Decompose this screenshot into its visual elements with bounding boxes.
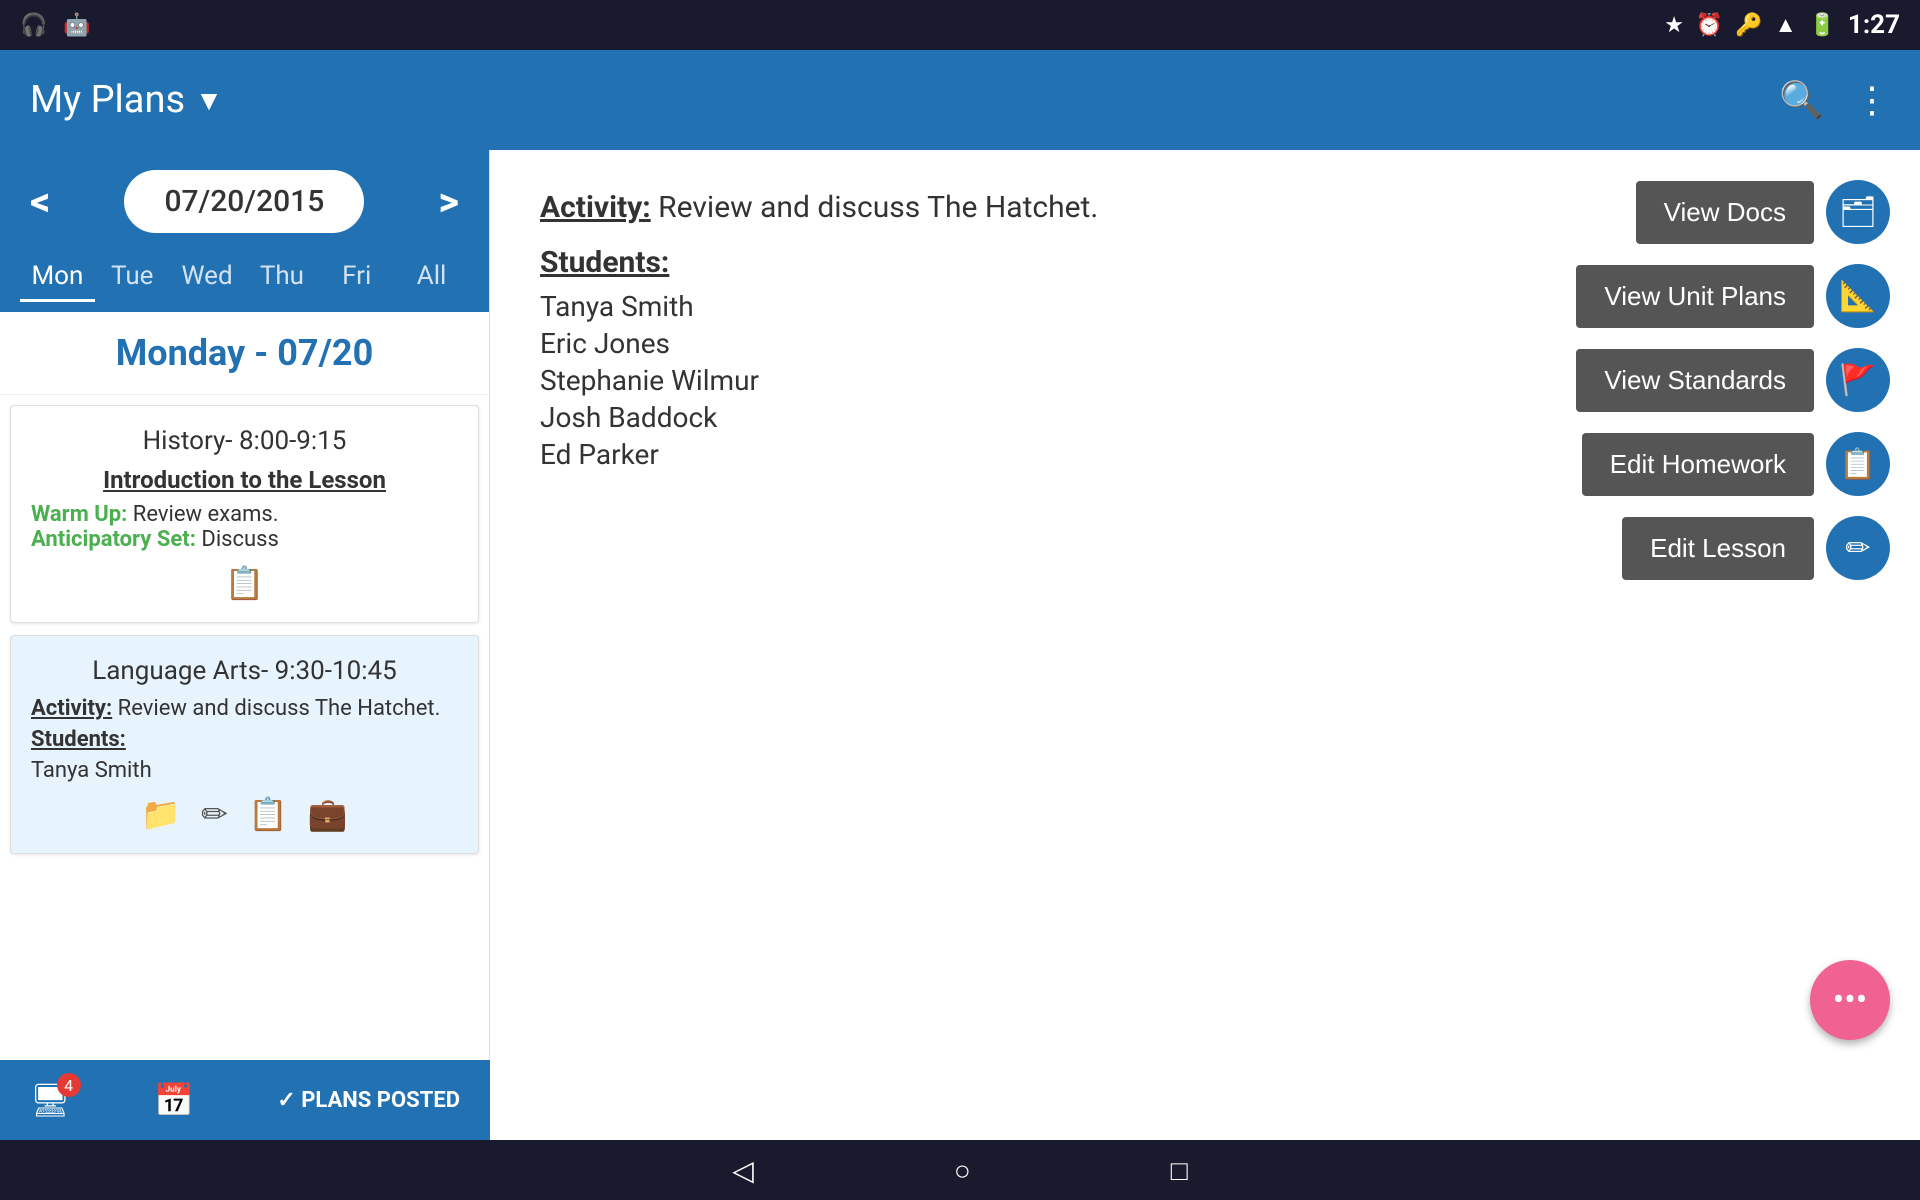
tab-wed[interactable]: Wed (170, 253, 245, 302)
ruler-circle-icon: 📐 (1839, 279, 1876, 314)
view-standards-circle[interactable]: 🚩 (1826, 348, 1890, 412)
tab-fri[interactable]: Fri (319, 253, 394, 302)
activity-text-2: Review and discuss The Hatchet. (118, 696, 441, 721)
system-nav-bar: ◁ ○ □ (0, 1140, 1920, 1200)
day-header: Monday - 07/20 (0, 312, 489, 395)
main-container: < 07/20/2015 > Mon Tue Wed Thu Fri All M… (0, 150, 1920, 1140)
lesson-1-icons: 📋 (31, 564, 458, 602)
plans-posted-status: ✓ PLANS POSTED (277, 1088, 460, 1113)
anticipatory-label: Anticipatory Set: (31, 527, 196, 552)
folder-circle-icon: 🗂 (1839, 195, 1877, 230)
prev-date-button[interactable]: < (30, 178, 50, 225)
current-date[interactable]: 07/20/2015 (124, 170, 364, 233)
edit-homework-row: Edit Homework 📋 (1576, 432, 1890, 496)
battery-icon: 🔋 (1809, 13, 1836, 38)
lesson-1-title: History- 8:00-9:15 (31, 426, 458, 456)
lesson-2-icons: 📁 ✏ 📋 💼 (31, 795, 458, 833)
view-docs-button[interactable]: View Docs (1636, 181, 1814, 244)
home-button[interactable]: ○ (954, 1154, 971, 1187)
bottom-bar: 🖥 4 📅 ✓ PLANS POSTED (0, 1060, 490, 1140)
view-unit-plans-row: View Unit Plans 📐 (1576, 264, 1890, 328)
activity-label-2: Activity: (31, 696, 112, 721)
app-bar: My Plans ▼ 🔍 ⋮ (0, 50, 1920, 150)
view-unit-plans-circle[interactable]: 📐 (1826, 264, 1890, 328)
edit-lesson-circle[interactable]: ✏ (1826, 516, 1890, 580)
view-docs-circle[interactable]: 🗂 (1826, 180, 1890, 244)
anticipatory-text: Discuss (201, 527, 279, 552)
view-unit-plans-button[interactable]: View Unit Plans (1576, 265, 1814, 328)
checkmark-icon: ✓ (277, 1088, 295, 1113)
next-date-button[interactable]: > (438, 178, 459, 225)
lesson-1-warmup: Warm Up: Review exams. (31, 502, 458, 527)
recents-button[interactable]: □ (1171, 1154, 1188, 1187)
wifi-icon: ▲ (1775, 12, 1797, 38)
notifications-button[interactable]: 🖥 4 (30, 1081, 71, 1119)
action-buttons: View Docs 🗂 View Unit Plans 📐 View Stand… (1576, 180, 1890, 580)
dropdown-arrow-icon[interactable]: ▼ (195, 84, 223, 117)
right-panel: Activity: Review and discuss The Hatchet… (490, 150, 1920, 1140)
tab-thu[interactable]: Thu (244, 253, 319, 302)
tab-mon[interactable]: Mon (20, 253, 95, 302)
lesson-2-students-header: Students: (31, 727, 458, 752)
status-bar: 🎧 🤖 ★ ⏰ 🔑 ▲ 🔋 1:27 (0, 0, 1920, 50)
edit-homework-circle[interactable]: 📋 (1826, 432, 1890, 496)
app-title-container[interactable]: My Plans ▼ (30, 78, 223, 122)
notification-badge: 4 (57, 1073, 81, 1097)
lesson-2-student-name: Tanya Smith (31, 758, 458, 783)
flag-circle-icon: 🚩 (1839, 363, 1876, 398)
back-button[interactable]: ◁ (732, 1154, 754, 1187)
key-icon: 🔑 (1735, 13, 1762, 38)
app-title: My Plans (30, 78, 185, 122)
status-bar-left: 🎧 🤖 (20, 13, 91, 38)
plans-posted-text: PLANS POSTED (301, 1088, 460, 1113)
status-time: 1:27 (1848, 10, 1900, 40)
folder-icon-2: 📁 (141, 795, 181, 833)
clipboard-icon-2: 📋 (248, 795, 288, 833)
lesson-1-anticipatory: Anticipatory Set: Discuss (31, 527, 458, 552)
edit-icon-2: ✏ (201, 795, 228, 833)
warmup-label: Warm Up: (31, 502, 127, 527)
lesson-2-title: Language Arts- 9:30-10:45 (31, 656, 458, 686)
lesson-card-2[interactable]: Language Arts- 9:30-10:45 Activity: Revi… (10, 635, 479, 854)
app-bar-actions: 🔍 ⋮ (1779, 79, 1890, 121)
lesson-card-1[interactable]: History- 8:00-9:15 Introduction to the L… (10, 405, 479, 623)
briefcase-icon-2: 💼 (308, 795, 348, 833)
calendar-button[interactable]: 📅 (154, 1081, 194, 1119)
pencil-circle-icon: ✏ (1845, 531, 1870, 566)
alarm-icon: ⏰ (1696, 13, 1723, 38)
headphones-icon: 🎧 (20, 13, 47, 38)
left-panel: < 07/20/2015 > Mon Tue Wed Thu Fri All M… (0, 150, 490, 1140)
edit-lesson-button[interactable]: Edit Lesson (1622, 517, 1814, 580)
edit-homework-button[interactable]: Edit Homework (1582, 433, 1814, 496)
more-options-icon[interactable]: ⋮ (1854, 79, 1890, 121)
view-standards-button[interactable]: View Standards (1576, 349, 1814, 412)
fab-icon: ••• (1833, 980, 1867, 1020)
day-tabs: Mon Tue Wed Thu Fri All (0, 253, 489, 312)
detail-activity-text: Review and discuss The Hatchet. (658, 190, 1098, 225)
date-nav: < 07/20/2015 > (0, 150, 489, 253)
edit-lesson-row: Edit Lesson ✏ (1576, 516, 1890, 580)
search-icon[interactable]: 🔍 (1779, 79, 1824, 121)
tab-all[interactable]: All (394, 253, 469, 302)
status-bar-right: ★ ⏰ 🔑 ▲ 🔋 1:27 (1664, 10, 1900, 40)
lesson-1-subtitle: Introduction to the Lesson (31, 466, 458, 494)
view-docs-row: View Docs 🗂 (1576, 180, 1890, 244)
calendar-icon: 📅 (154, 1081, 194, 1119)
clipboard-circle-icon: 📋 (1839, 447, 1876, 482)
fab-button[interactable]: ••• (1810, 960, 1890, 1040)
star-icon: ★ (1664, 13, 1684, 38)
android-icon: 🤖 (63, 13, 90, 38)
clipboard-icon: 📋 (225, 564, 265, 602)
lesson-2-activity: Activity: Review and discuss The Hatchet… (31, 696, 458, 721)
warmup-text: Review exams. (133, 502, 279, 527)
students-label-2: Students: (31, 727, 126, 752)
view-standards-row: View Standards 🚩 (1576, 348, 1890, 412)
tab-tue[interactable]: Tue (95, 253, 170, 302)
lessons-list: History- 8:00-9:15 Introduction to the L… (0, 395, 489, 1140)
detail-activity-label: Activity: (540, 190, 651, 225)
